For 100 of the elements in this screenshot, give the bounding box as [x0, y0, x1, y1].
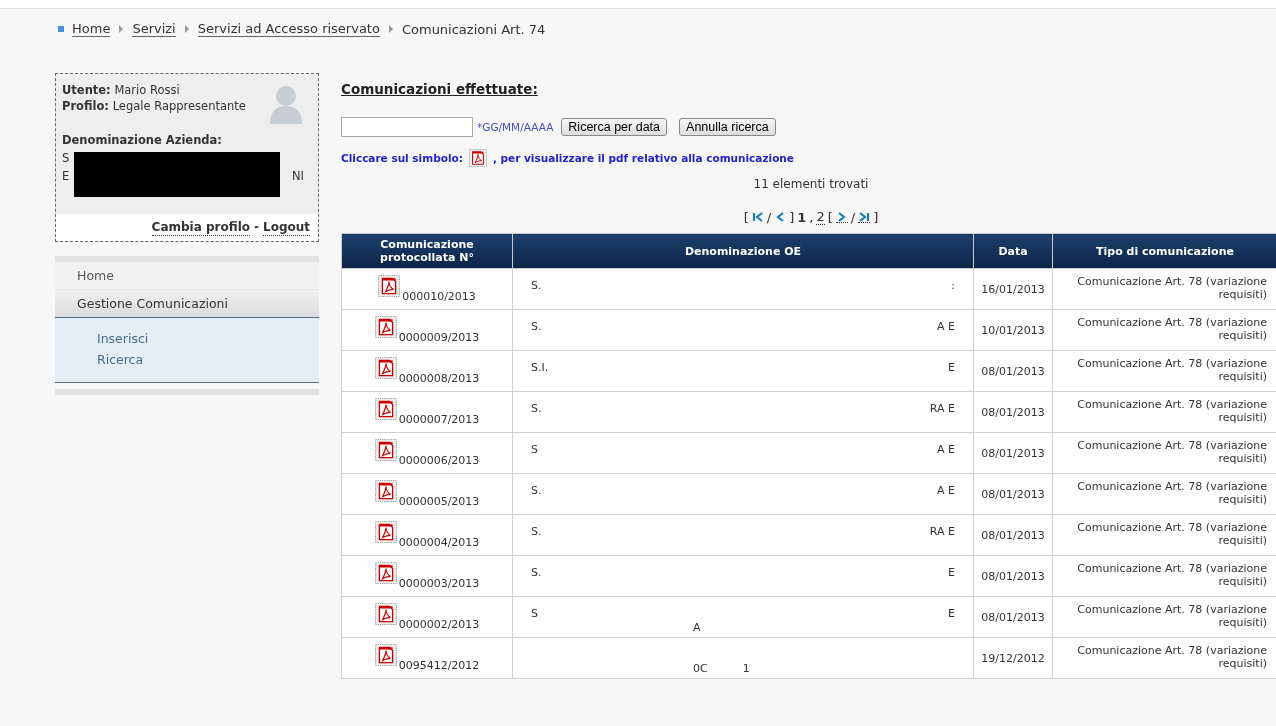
company-name-text: S	[531, 607, 538, 620]
cancel-search-button[interactable]: Annulla ricerca	[679, 118, 776, 136]
company-name-text: S.	[531, 320, 542, 333]
pdf-icon[interactable]	[374, 521, 397, 543]
next-page-icon[interactable]	[835, 211, 848, 223]
chevron-icon	[183, 25, 190, 33]
company-name-text: A E	[937, 320, 955, 333]
company-text: E	[62, 168, 70, 184]
bracket-text: ]	[873, 209, 879, 225]
type-cell-text: Comunicazione Art. 78 (variazione requisiti)	[1076, 561, 1268, 588]
date-format-hint: *GG/MM/AAAA	[477, 121, 554, 133]
type-cell-text: Comunicazione Art. 78 (variazione requisiti)	[1076, 602, 1268, 629]
type-cell-text: Comunicazione Art. 78 (variazione requisiti)	[1076, 479, 1268, 506]
company-text: NI	[292, 168, 304, 184]
date-cell-text: 08/01/2013	[980, 446, 1046, 460]
date-cell-text: 08/01/2013	[980, 405, 1046, 419]
profile-label: Profilo:	[62, 99, 109, 113]
date-cell-text: 10/01/2013	[980, 323, 1046, 337]
company-name-text: :	[951, 279, 955, 292]
pdf-icon[interactable]	[374, 480, 397, 502]
pdf-icon[interactable]	[374, 562, 397, 584]
last-page-icon[interactable]	[858, 211, 871, 223]
type-cell-text: Comunicazione Art. 78 (variazione requisiti)	[1076, 274, 1268, 301]
pdf-icon[interactable]	[374, 357, 397, 379]
date-cell-text: 08/01/2013	[980, 364, 1046, 378]
type-cell-text: Comunicazione Art. 78 (variazione requisiti)	[1076, 397, 1268, 424]
date-cell-text: 08/01/2013	[980, 528, 1046, 542]
protocol-number: 0000002/2013	[398, 618, 480, 631]
company-name-text: S.	[531, 566, 542, 579]
company-name-text: S.	[531, 525, 542, 538]
avatar-icon	[268, 84, 304, 124]
bracket-text: [	[827, 209, 833, 225]
pdf-icon[interactable]	[374, 398, 397, 420]
pdf-icon[interactable]	[374, 439, 397, 461]
column-header: Comunicazione protocollata N°	[341, 233, 513, 269]
company-name-text: A E	[937, 443, 955, 456]
company-name-text: RA E	[929, 402, 955, 415]
company-name-text: S.	[531, 402, 542, 415]
menu-item[interactable]: Home	[55, 262, 319, 290]
pdf-icon[interactable]	[374, 603, 397, 625]
breadcrumb-link[interactable]: Servizi	[132, 21, 176, 37]
company-name-text: S.I.	[531, 361, 549, 374]
type-cell-text: Comunicazione Art. 78 (variazione requisiti)	[1076, 643, 1268, 670]
protocol-number: 0000009/2013	[398, 331, 480, 344]
breadcrumb-link[interactable]: Home	[72, 21, 111, 37]
section-title: Comunicazioni effettuate:	[341, 81, 539, 97]
company-name-text: E	[948, 361, 955, 374]
protocol-number: 0000005/2013	[398, 495, 480, 508]
submenu-item[interactable]: Inserisci	[55, 328, 319, 349]
date-field[interactable]	[341, 117, 473, 137]
bullet-icon	[58, 26, 64, 32]
instruction-text: , per visualizzare il pdf relativo alla comunicazione	[492, 152, 794, 164]
separator-text: -	[254, 219, 259, 236]
column-header: Denominazione OE	[512, 233, 974, 269]
results-count: 11 elementi trovati	[752, 177, 870, 191]
protocol-number: 0000004/2013	[398, 536, 480, 549]
company-name-text: S	[531, 443, 538, 456]
type-cell-text: Comunicazione Art. 78 (variazione requisiti)	[1076, 315, 1268, 342]
company-name-text: S.	[531, 484, 542, 497]
company-name-text: 0C 1	[693, 662, 750, 675]
company-name-text: A	[693, 621, 701, 634]
date-cell-text: 16/01/2013	[980, 282, 1046, 296]
breadcrumb-link[interactable]: Servizi ad Accesso riservato	[197, 21, 380, 37]
protocol-number: 0095412/2012	[398, 659, 480, 672]
pdf-icon[interactable]	[468, 149, 487, 167]
chevron-icon	[118, 25, 125, 33]
first-page-icon[interactable]	[751, 212, 764, 222]
date-cell-text: 08/01/2013	[980, 569, 1046, 583]
date-cell-text: 19/12/2012	[980, 651, 1046, 665]
search-by-date-button[interactable]: Ricerca per data	[561, 118, 668, 136]
company-name-text: A E	[937, 484, 955, 497]
date-cell-text: 08/01/2013	[980, 610, 1046, 624]
slash-text: /	[766, 209, 772, 225]
protocol-number: 0000007/2013	[398, 413, 480, 426]
logout-link[interactable]: Logout	[263, 219, 310, 236]
submenu-item[interactable]: Ricerca	[55, 349, 319, 370]
page-link[interactable]: 2	[816, 209, 825, 225]
pdf-icon[interactable]	[374, 644, 397, 666]
company-name-text: S.	[531, 279, 542, 292]
company-label: Denominazione Azienda:	[62, 132, 223, 148]
bracket-text: [	[743, 209, 749, 225]
slash-text: /	[850, 209, 856, 225]
type-cell-text: Comunicazione Art. 78 (variazione requisiti)	[1076, 438, 1268, 465]
protocol-number: 0000003/2013	[398, 577, 480, 590]
user-name: Mario Rossi	[114, 83, 180, 97]
page-link[interactable]: 1	[797, 209, 807, 225]
protocol-number: 000010/2013	[402, 290, 476, 303]
bracket-text: ]	[789, 209, 795, 225]
company-name-text: E	[948, 607, 955, 620]
menu-item[interactable]: Gestione Comunicazioni	[55, 290, 319, 318]
pdf-icon[interactable]	[374, 316, 397, 338]
pdf-icon[interactable]	[378, 275, 401, 297]
chevron-icon	[387, 25, 394, 33]
type-cell-text: Comunicazione Art. 78 (variazione requisiti)	[1076, 520, 1268, 547]
comma-text: ,	[809, 209, 814, 225]
type-cell-text: Comunicazione Art. 78 (variazione requisiti)	[1076, 356, 1268, 383]
breadcrumb-current: Comunicazioni Art. 74	[401, 21, 546, 37]
column-header: Tipo di comunicazione	[1052, 233, 1276, 269]
protocol-number: 0000008/2013	[398, 372, 480, 385]
change-profile-link[interactable]: Cambia profilo	[151, 219, 250, 236]
